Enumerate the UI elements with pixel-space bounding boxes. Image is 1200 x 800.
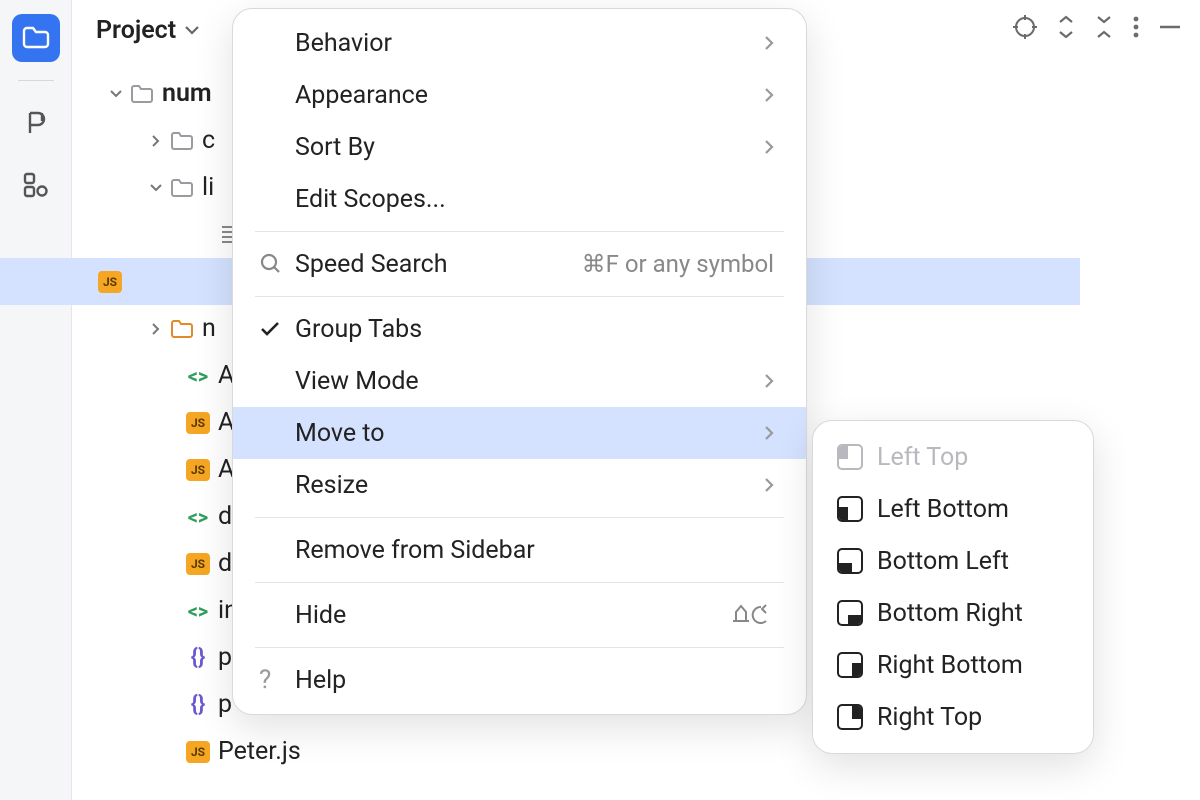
menu-separator <box>255 296 784 297</box>
menu-help[interactable]: ? Help <box>233 654 806 706</box>
menu-separator <box>255 517 784 518</box>
chevron-right-icon <box>764 477 774 493</box>
collapse-all-icon[interactable] <box>1094 14 1114 40</box>
move-to-submenu: Left Top Left Bottom Bottom Left Bottom … <box>812 420 1094 754</box>
chevron-right-icon <box>764 373 774 389</box>
chevron-right-icon <box>764 87 774 103</box>
menu-edit-scopes[interactable]: Edit Scopes... <box>233 173 806 225</box>
chevron-right-icon <box>144 134 168 148</box>
position-left-bottom-icon <box>837 496 863 522</box>
xml-file-icon: <> <box>184 599 212 623</box>
js-file-icon: JS <box>184 553 212 575</box>
xml-file-icon: <> <box>184 364 212 388</box>
position-bottom-left-icon <box>837 548 863 574</box>
chevron-right-icon <box>764 139 774 155</box>
tool-structure-button[interactable] <box>12 99 60 147</box>
submenu-bottom-right[interactable]: Bottom Right <box>813 587 1093 639</box>
folder-label: li <box>202 173 214 202</box>
minimize-icon[interactable] <box>1158 24 1182 30</box>
submenu-right-bottom[interactable]: Right Bottom <box>813 639 1093 691</box>
position-right-bottom-icon <box>837 652 863 678</box>
left-tool-strip <box>0 0 72 800</box>
panel-title-label: Project <box>96 16 176 45</box>
file-label: Peter.js <box>218 737 301 766</box>
chevron-right-icon <box>764 425 774 441</box>
chevron-right-icon <box>144 322 168 336</box>
kebab-icon[interactable] <box>1132 14 1140 40</box>
json-file-icon: {} <box>184 645 212 670</box>
search-icon <box>259 252 295 276</box>
folder-label: c <box>202 126 215 155</box>
chevron-down-icon <box>144 183 168 193</box>
folder-icon <box>168 178 196 198</box>
menu-resize[interactable]: Resize <box>233 459 806 511</box>
menu-appearance[interactable]: Appearance <box>233 69 806 121</box>
file-label: p <box>218 690 232 719</box>
menu-group-tabs[interactable]: Group Tabs <box>233 303 806 355</box>
submenu-left-top: Left Top <box>813 431 1093 483</box>
menu-separator <box>255 647 784 648</box>
menu-remove-from-sidebar[interactable]: Remove from Sidebar <box>233 524 806 576</box>
menu-separator <box>255 582 784 583</box>
menu-speed-search[interactable]: Speed Search ⌘F or any symbol <box>233 238 806 290</box>
tool-project-button[interactable] <box>12 14 60 62</box>
menu-view-mode[interactable]: View Mode <box>233 355 806 407</box>
submenu-right-top[interactable]: Right Top <box>813 691 1093 743</box>
menu-behavior[interactable]: Behavior <box>233 17 806 69</box>
menu-hide[interactable]: Hide <box>233 589 806 641</box>
expand-collapse-icon[interactable] <box>1056 14 1076 40</box>
submenu-left-bottom[interactable]: Left Bottom <box>813 483 1093 535</box>
help-icon: ? <box>259 665 295 695</box>
position-left-top-icon <box>837 444 863 470</box>
separator <box>18 80 54 81</box>
shortcut-hint: ⌘F or any symbol <box>582 250 774 278</box>
js-file-icon: JS <box>184 459 212 481</box>
target-icon[interactable] <box>1012 14 1038 40</box>
menu-sort-by[interactable]: Sort By <box>233 121 806 173</box>
file-label: d <box>218 549 232 578</box>
panel-title-dropdown[interactable]: Project <box>96 16 200 45</box>
js-file-icon: JS <box>96 271 124 293</box>
js-file-icon: JS <box>184 741 212 763</box>
json-file-icon: {} <box>184 692 212 717</box>
chevron-right-icon <box>764 35 774 51</box>
menu-move-to[interactable]: Move to <box>233 407 806 459</box>
folder-label: n <box>202 314 216 343</box>
menu-separator <box>255 231 784 232</box>
js-file-icon: JS <box>184 412 212 434</box>
chevron-down-icon <box>184 24 200 36</box>
xml-file-icon: <> <box>184 505 212 529</box>
header-actions <box>1012 14 1182 40</box>
chevron-down-icon <box>104 89 128 99</box>
folder-icon <box>128 84 156 104</box>
file-label: p <box>218 643 232 672</box>
context-menu: Behavior Appearance Sort By Edit Scopes.… <box>232 8 807 715</box>
tool-services-button[interactable] <box>12 161 60 209</box>
folder-icon <box>168 131 196 151</box>
submenu-bottom-left[interactable]: Bottom Left <box>813 535 1093 587</box>
shortcut-hint <box>730 603 774 627</box>
position-right-top-icon <box>837 704 863 730</box>
file-label: d <box>218 502 232 531</box>
position-bottom-right-icon <box>837 600 863 626</box>
folder-label: num <box>162 79 212 108</box>
checkmark-icon <box>259 320 295 338</box>
folder-icon <box>168 319 196 339</box>
